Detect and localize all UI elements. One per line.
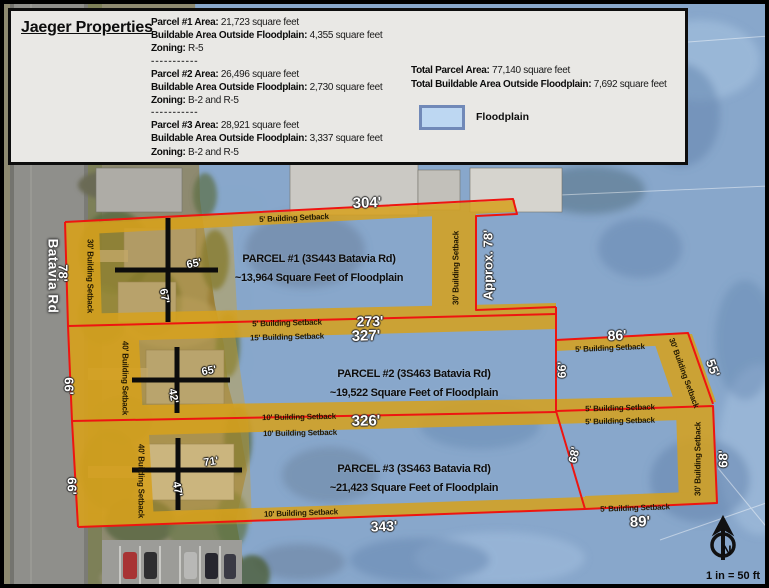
car [184, 552, 197, 579]
dimension-label: 47' [170, 481, 184, 498]
jaeger-properties-map: 5' Building Setback 30' Building Setback… [0, 0, 769, 588]
distance-label: 326' [352, 412, 381, 429]
floodplain-swatch [419, 105, 465, 130]
parcel-2-floodplain: ~19,522 Square Feet of Floodplain [274, 384, 554, 403]
setback-label: 5' Building Setback [585, 403, 655, 414]
dimension-label: 71' [203, 455, 219, 469]
car [144, 552, 157, 579]
distance-label: 86' [607, 327, 626, 344]
parcel-3-title: PARCEL #3 (3S463 Batavia Rd) [274, 460, 554, 479]
car [224, 554, 236, 579]
scale-label: 1 in = 50 ft [706, 570, 760, 582]
setback-label: 10' Building Setback [263, 428, 337, 438]
page-title: Jaeger Properties [21, 19, 153, 37]
parcel-1-area: Parcel #1 Area: 21,723 square feet [151, 16, 409, 29]
setback-label: 30' Building Setback [86, 239, 95, 313]
parcel-1-title: PARCEL #1 (3S443 Batavia Rd) [179, 250, 459, 269]
parcel-1-floodplain: ~13,964 Square Feet of Floodplain [179, 269, 459, 288]
road-label: Batavia Rd [46, 239, 61, 314]
distance-label: 89' [630, 513, 651, 531]
parcel-info-column: Parcel #1 Area: 21,723 square feet Build… [151, 16, 409, 159]
parcel-2-area: Parcel #2 Area: 26,496 square feet [151, 68, 409, 81]
dimension-label: 67' [157, 288, 171, 305]
parcel-3-annotation: PARCEL #3 (3S463 Batavia Rd) ~21,423 Squ… [274, 460, 554, 498]
distance-label: 304' [352, 194, 381, 212]
parcel-1-zoning: Zoning: R-5 [151, 42, 409, 55]
parcel-2-title: PARCEL #2 (3S463 Batavia Rd) [274, 365, 554, 384]
north-arrow-letter: N [722, 543, 731, 558]
car [205, 553, 218, 579]
parcel-1-annotation: PARCEL #1 (3S443 Batavia Rd) ~13,964 Squ… [179, 250, 459, 288]
total-buildable-area: Total Buildable Area Outside Floodplain:… [411, 78, 689, 92]
divider: ----------- [151, 56, 409, 68]
parcel-3-area: Parcel #3 Area: 28,921 square feet [151, 119, 409, 132]
parking-lot [102, 540, 242, 584]
setback-label: 40' Building Setback [137, 444, 146, 518]
setback-label: 5' Building Setback [252, 318, 322, 329]
setback-label: 15' Building Setback [250, 332, 324, 343]
parcel-3-floodplain: ~21,423 Square Feet of Floodplain [274, 479, 554, 498]
divider: ----------- [151, 107, 409, 119]
floodplain-legend-label: Floodplain [476, 111, 529, 123]
setback-label: 10' Building Setback [262, 412, 336, 422]
distance-label: Approx. 78' [481, 230, 496, 300]
parcel-2-buildable: Buildable Area Outside Floodplain: 2,730… [151, 81, 409, 94]
parcel-1-buildable: Buildable Area Outside Floodplain: 4,355… [151, 29, 409, 42]
distance-label: 343' [370, 518, 397, 535]
dimension-label: 65' [201, 364, 218, 378]
parcel-2-zoning: Zoning: B-2 and R-5 [151, 94, 409, 107]
parcel-3-buildable: Buildable Area Outside Floodplain: 3,337… [151, 132, 409, 145]
header-box: Jaeger Properties Parcel #1 Area: 21,723… [8, 8, 688, 165]
distance-label: 68' [716, 450, 731, 468]
parcel-3-zoning: Zoning: B-2 and R-5 [151, 146, 409, 159]
distance-label: 66' [555, 362, 569, 378]
distance-label: 327' [351, 327, 380, 345]
distance-label: 66' [65, 477, 80, 495]
car [123, 552, 137, 579]
distance-label: 66' [62, 377, 77, 395]
setback-label: 30' Building Setback [694, 422, 703, 496]
legend: Floodplain [419, 105, 529, 129]
dimension-label: 42' [166, 388, 180, 405]
total-parcel-area: Total Parcel Area: 77,140 square feet [411, 64, 689, 78]
setback-label: 5' Building Setback [585, 416, 655, 427]
totals-column: Total Parcel Area: 77,140 square feet To… [411, 64, 689, 91]
setback-label: 40' Building Setback [121, 341, 130, 415]
parcel-2-annotation: PARCEL #2 (3S463 Batavia Rd) ~19,522 Squ… [274, 365, 554, 403]
